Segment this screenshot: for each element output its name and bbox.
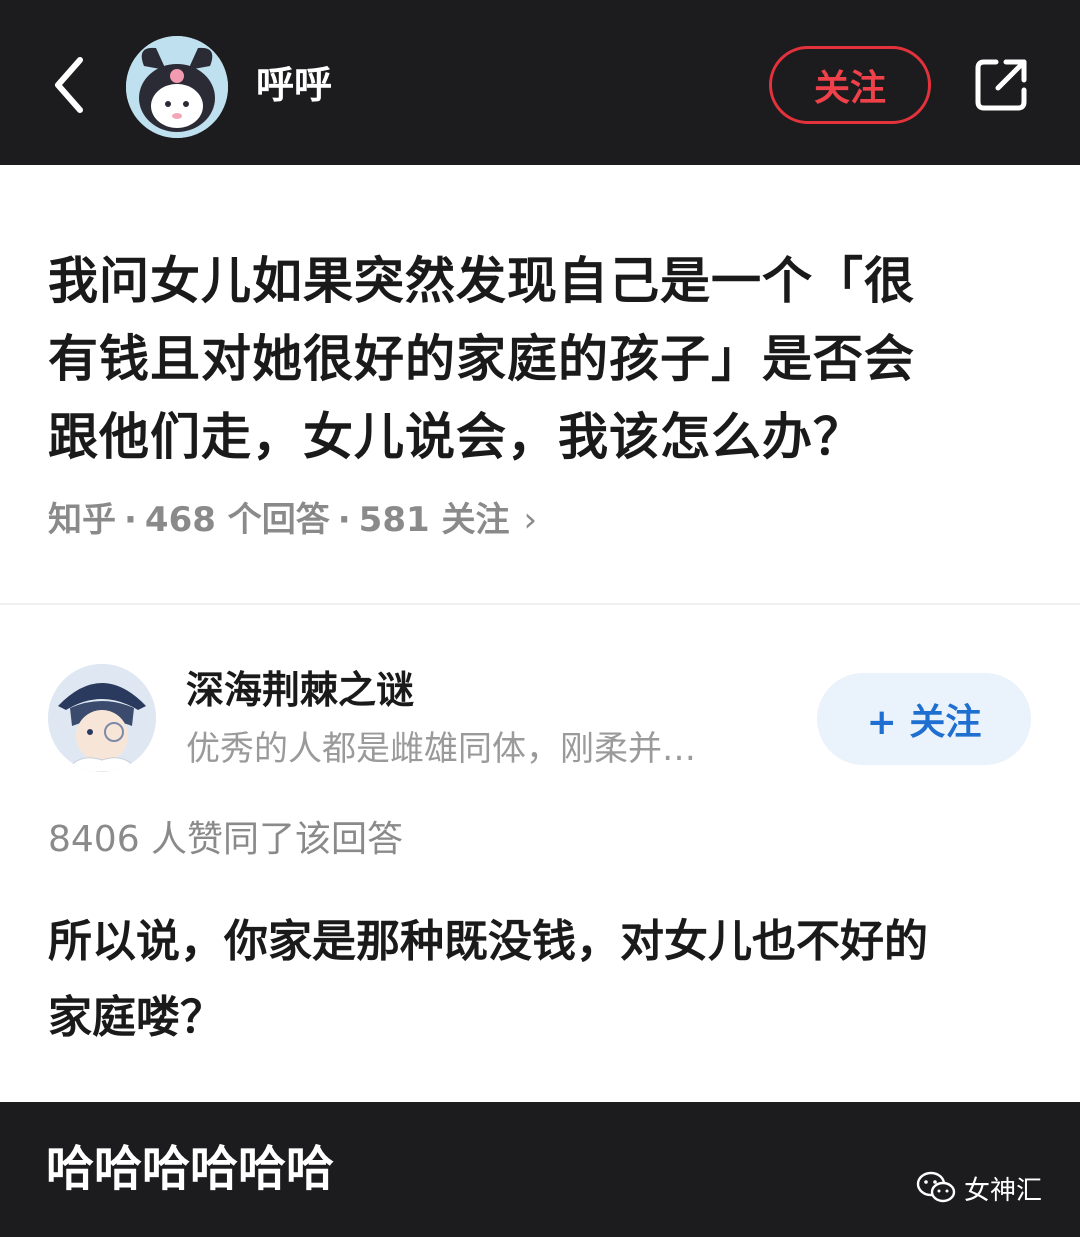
- answer-body-line: 所以说，你家是那种既没钱，对女儿也不好的: [48, 916, 928, 967]
- answer-author-name[interactable]: 深海荆棘之谜: [186, 664, 414, 716]
- answer-author-bio: 优秀的人都是雌雄同体，刚柔并…: [186, 729, 696, 769]
- watermark: 女神汇: [916, 1168, 1042, 1208]
- kuromi-avatar-image: [126, 36, 228, 138]
- follow-author-button[interactable]: + 关注: [817, 673, 1031, 765]
- section-divider: [0, 603, 1080, 605]
- share-button[interactable]: [966, 50, 1036, 120]
- answer-body[interactable]: 所以说，你家是那种既没钱，对女儿也不好的 家庭喽？: [48, 904, 1038, 1056]
- wechat-icon: [916, 1171, 956, 1203]
- author-name[interactable]: 呼呼: [256, 60, 332, 110]
- author-avatar[interactable]: [126, 36, 228, 138]
- question-meta[interactable]: 知乎 · 468 个回答 · 581 关注 ›: [48, 497, 537, 543]
- chevron-right-icon: ›: [523, 500, 538, 540]
- question-title[interactable]: 我问女儿如果突然发现自己是一个「很 有钱且对她很好的家庭的孩子」是否会 跟他们走…: [48, 242, 1038, 476]
- watermark-text: 女神汇: [964, 1175, 1043, 1206]
- question-title-line: 我问女儿如果突然发现自己是一个「很: [48, 252, 915, 310]
- back-button[interactable]: [44, 50, 94, 120]
- answer-author-avatar[interactable]: [48, 664, 156, 772]
- vote-count: 8406 人赞同了该回答: [48, 819, 404, 860]
- question-source: 知乎: [48, 500, 116, 540]
- share-icon: [975, 59, 1027, 111]
- back-chevron-icon: [55, 57, 83, 113]
- meta-separator: ·: [337, 500, 351, 540]
- followers-count: 581 关注: [358, 500, 510, 540]
- follow-button[interactable]: 关注: [769, 46, 931, 124]
- kid-avatar-image: [48, 664, 156, 772]
- caption-text: 哈哈哈哈哈哈: [46, 1141, 335, 1197]
- meta-separator: ·: [124, 500, 137, 540]
- answers-count: 468 个回答: [144, 500, 330, 540]
- question-title-line: 跟他们走，女儿说会，我该怎么办？: [48, 408, 864, 466]
- question-title-line: 有钱且对她很好的家庭的孩子」是否会: [48, 330, 915, 388]
- answer-body-line: 家庭喽？: [48, 992, 224, 1043]
